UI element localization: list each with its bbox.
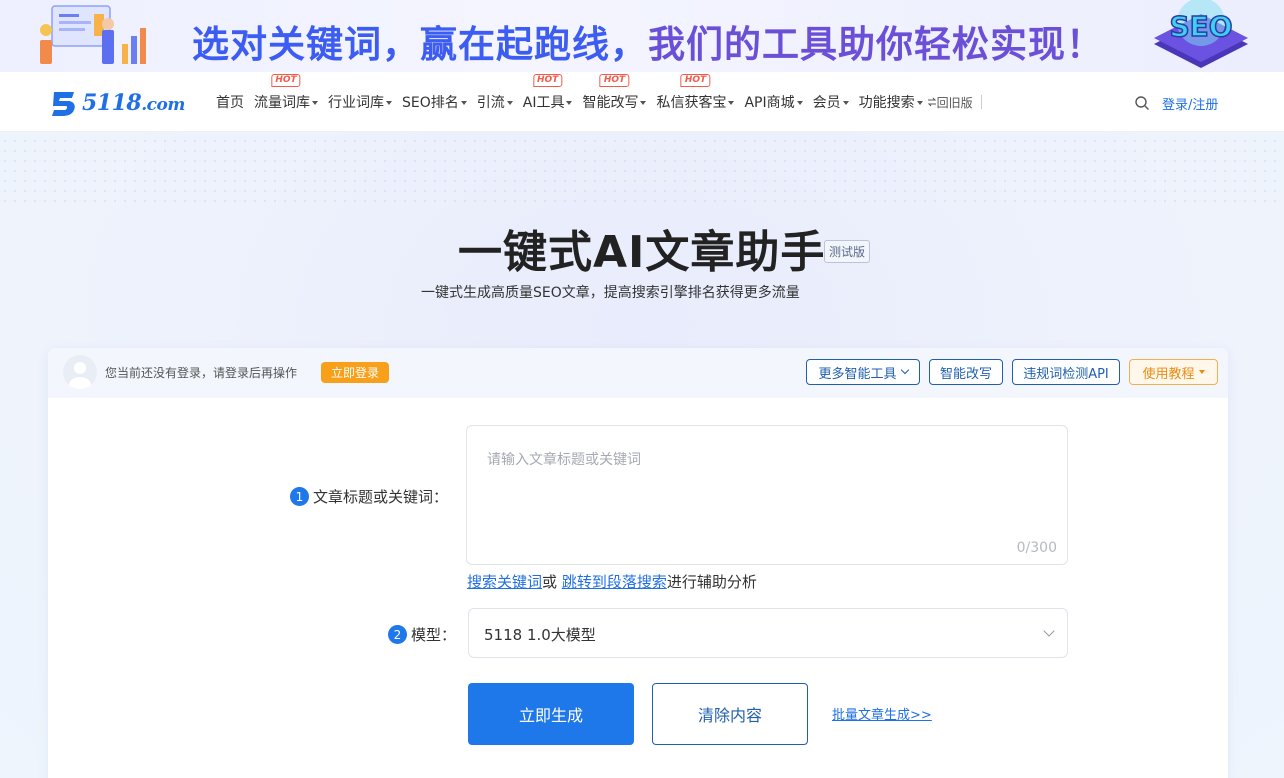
old-version-link[interactable]: 回旧版 xyxy=(927,94,973,111)
login-now-button[interactable]: 立即登录 xyxy=(321,362,390,383)
seo-badge-text: SEO xyxy=(1169,10,1232,43)
chevron-down-icon xyxy=(900,365,909,375)
site-logo[interactable]: 5118.com xyxy=(48,88,185,118)
article-generator-card: 您当前还没有登录，请登录后再操作 立即登录 更多智能工具 智能改写 违规词检测A… xyxy=(48,348,1228,778)
nav-item-label: AI工具 xyxy=(522,95,565,111)
beta-badge: 测试版 xyxy=(824,240,871,263)
caret-down-icon xyxy=(312,101,318,105)
caret-down-icon xyxy=(386,101,392,105)
user-avatar-icon xyxy=(69,362,91,389)
dotted-pattern xyxy=(0,136,1284,206)
caret-down-icon xyxy=(1198,370,1205,374)
caret-down-icon xyxy=(842,101,849,105)
rewrite-button[interactable]: 智能改写 xyxy=(929,359,1003,385)
caret-down-icon xyxy=(566,101,573,105)
chevron-down-icon xyxy=(1043,625,1055,637)
generate-button[interactable]: 立即生成 xyxy=(468,683,634,745)
login-notice: 您当前还没有登录，请登录后再操作 xyxy=(105,366,298,380)
caret-down-icon xyxy=(506,101,513,105)
helper-tail: 进行辅助分析 xyxy=(666,573,757,591)
caret-down-icon xyxy=(796,101,803,105)
violation-api-label: 违规词检测API xyxy=(1023,366,1109,382)
nav-item-label: API商城 xyxy=(744,95,795,111)
nav-item-label: 功能搜索 xyxy=(858,95,915,111)
step-number: 2 xyxy=(388,625,407,644)
search-keyword-link[interactable]: 搜索关键词 xyxy=(467,573,542,591)
old-version-label: 回旧版 xyxy=(936,95,973,110)
logo-brand: 5118 xyxy=(82,90,142,116)
banner-headline-part1: 选对关键词，赢在起跑线， xyxy=(192,23,648,66)
nav-item-home[interactable]: 首页 xyxy=(216,92,244,112)
step1-text: 文章标题或关键词： xyxy=(313,488,449,506)
nav-item-membership[interactable]: 会员 xyxy=(813,92,849,112)
top-banner[interactable]: 选对关键词，赢在起跑线，我们的工具助你轻松实现！ SEO xyxy=(0,0,1284,72)
nav-item-label: 行业词库 xyxy=(328,95,384,111)
step1-label: 1 文章标题或关键词： xyxy=(290,486,448,507)
char-counter: 0/300 xyxy=(1016,540,1057,556)
caret-down-icon xyxy=(640,101,647,105)
nav-item-rewrite[interactable]: HOT 智能改写 xyxy=(582,74,647,112)
nav-item-dm-leads[interactable]: HOT 私信获客宝 xyxy=(656,74,735,112)
tutorial-label: 使用教程 xyxy=(1142,366,1195,382)
helper-or: 或 xyxy=(542,573,558,591)
page-title: 一键式AI文章助手 xyxy=(458,227,826,278)
nav-item-traffic-words[interactable]: HOT 流量词库 xyxy=(254,74,318,112)
clear-button[interactable]: 清除内容 xyxy=(652,683,808,745)
hot-badge: HOT xyxy=(599,74,630,87)
banner-headline: 选对关键词，赢在起跑线，我们的工具助你轻松实现！ xyxy=(192,14,1104,68)
nav-item-label: SEO排名 xyxy=(402,95,459,111)
step2-label: 2 模型： xyxy=(388,624,456,645)
search-icon[interactable] xyxy=(1134,95,1150,111)
nav-item-label: 引流 xyxy=(476,95,505,111)
model-selected-value: 5118 1.0大模型 xyxy=(484,626,596,644)
banner-headline-part2: 我们的工具助你轻松实现！ xyxy=(648,23,1104,66)
nav-item-seo-rank[interactable]: SEO排名 xyxy=(402,92,467,112)
login-register-link[interactable]: 登录/注册 xyxy=(1162,94,1218,113)
batch-generate-link[interactable]: 批量文章生成>> xyxy=(832,704,932,723)
paragraph-search-link[interactable]: 跳转到段落搜索 xyxy=(562,573,667,591)
step2-text: 模型： xyxy=(411,626,457,644)
nav-item-label: 会员 xyxy=(812,95,841,111)
model-select[interactable]: 5118 1.0大模型 xyxy=(468,608,1068,658)
violation-api-button[interactable]: 违规词检测API xyxy=(1012,359,1120,385)
avatar xyxy=(63,355,97,389)
hot-badge: HOT xyxy=(271,74,301,87)
hot-badge: HOT xyxy=(680,74,711,87)
rewrite-label: 智能改写 xyxy=(939,366,992,382)
page-subtitle: 一键式生成高质量SEO文章，提高搜索引擎排名获得更多流量 xyxy=(421,285,800,301)
more-tools-label: 更多智能工具 xyxy=(818,366,897,382)
nav-item-label: 私信获客宝 xyxy=(656,95,727,111)
input-placeholder: 请输入文章标题或关键词 xyxy=(487,452,641,468)
nav-divider xyxy=(980,95,982,109)
card-header: 您当前还没有登录，请登录后再操作 立即登录 更多智能工具 智能改写 违规词检测A… xyxy=(48,348,1228,398)
tutorial-button[interactable]: 使用教程 xyxy=(1129,359,1218,385)
swap-icon xyxy=(927,97,936,107)
more-tools-button[interactable]: 更多智能工具 xyxy=(806,359,920,385)
hot-badge: HOT xyxy=(532,74,563,87)
caret-down-icon xyxy=(460,101,467,105)
nav-item-traffic[interactable]: 引流 xyxy=(477,92,513,112)
logo-mark-icon xyxy=(52,92,75,116)
caret-down-icon xyxy=(916,101,923,105)
nav-item-ai-tools[interactable]: HOT AI工具 xyxy=(522,74,573,112)
seo-badge-icon: SEO xyxy=(1154,0,1248,68)
caret-down-icon xyxy=(728,101,735,105)
step-number: 1 xyxy=(290,487,309,506)
title-keyword-input[interactable]: 请输入文章标题或关键词 0/300 xyxy=(466,425,1068,565)
nav-menu: 首页 HOT 流量词库 行业词库 SEO排名 引流 HOT AI工具 HOT 智能改写… xyxy=(216,72,982,132)
nav-item-label: 智能改写 xyxy=(582,95,639,111)
main-navigation: 5118.com 首页 HOT 流量词库 行业词库 SEO排名 引流 HOT AI工… xyxy=(0,72,1284,132)
helper-text: 搜索关键词或 跳转到段落搜索进行辅助分析 xyxy=(467,571,757,592)
nav-item-feature-search[interactable]: 功能搜索 xyxy=(859,92,923,112)
logo-suffix: .com xyxy=(141,95,185,115)
nav-item-industry-words[interactable]: 行业词库 xyxy=(328,92,392,112)
logo-text: 5118.com xyxy=(82,90,185,116)
nav-item-label: 流量词库 xyxy=(254,95,310,111)
nav-item-api-store[interactable]: API商城 xyxy=(744,92,803,112)
banner-illustration-icon xyxy=(40,5,146,64)
nav-item-label: 首页 xyxy=(216,95,244,111)
